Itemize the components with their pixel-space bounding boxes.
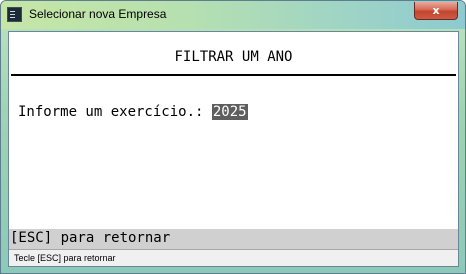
close-icon: x [432, 4, 440, 17]
status-bar: Tecle [ESC] para retornar [9, 249, 458, 266]
year-prompt-row: Informe um exercício.: 2025 [18, 104, 248, 120]
status-text: Tecle [ESC] para retornar [14, 253, 116, 263]
terminal-app-icon[interactable] [7, 7, 22, 22]
hint-bar: [ESC] para retornar [9, 229, 458, 249]
terminal-screen: FILTRAR UM ANO Informe um exercício.: 20… [8, 31, 459, 267]
esc-hint: [ESC] para retornar [10, 230, 171, 246]
year-input[interactable]: 2025 [211, 104, 248, 120]
close-button[interactable]: x [414, 2, 458, 20]
app-window: Selecionar nova Empresa x FILTRAR UM ANO… [0, 0, 466, 274]
window-title: Selecionar nova Empresa [29, 7, 167, 21]
title-bar[interactable]: Selecionar nova Empresa x [1, 1, 465, 29]
header-divider [11, 74, 456, 76]
year-prompt-label: Informe um exercício.: [18, 104, 212, 120]
screen-title: FILTRAR UM ANO [174, 49, 293, 65]
